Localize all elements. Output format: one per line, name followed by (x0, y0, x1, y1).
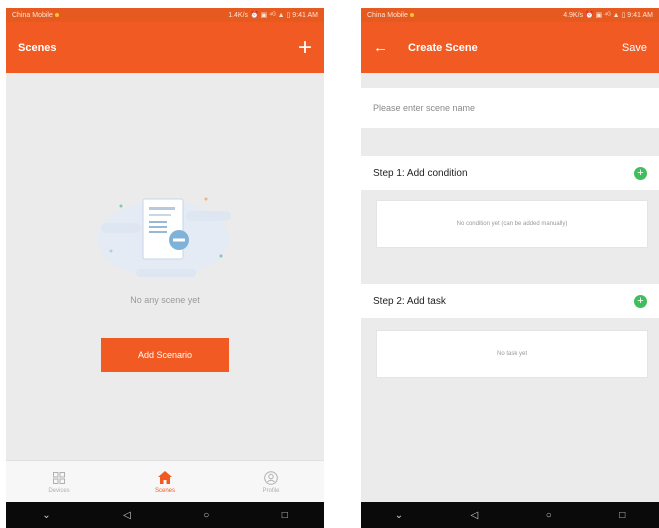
grid-icon (53, 470, 65, 486)
step2-title: Step 2: Add task (373, 295, 446, 307)
add-condition-plus-icon[interactable]: + (634, 166, 647, 180)
save-button[interactable]: Save (622, 42, 647, 54)
nav-label-profile: Profile (262, 487, 280, 494)
task-empty-box[interactable]: No task yet (376, 330, 648, 378)
back-triangle-icon[interactable]: ◁ (471, 510, 479, 521)
status-right: 1.4K/s ⏰ ▣ ⁴ᴳ ▲ ▯ 9:41 AM (228, 12, 318, 19)
step1-header: Step 1: Add condition + (361, 156, 659, 190)
nav-label-devices: Devices (48, 487, 70, 494)
chevron-down-icon[interactable]: ⌄ (395, 510, 403, 521)
carrier-label: China Mobile (367, 11, 408, 19)
back-triangle-icon[interactable]: ◁ (123, 510, 131, 521)
page-title: Scenes (18, 41, 57, 54)
wifi-dot-icon (409, 12, 414, 17)
nav-item-scenes[interactable]: Scenes (112, 461, 218, 502)
empty-state-text: No any scene yet (130, 295, 200, 305)
status-bar: China Mobile 1.4K/s ⏰ ▣ ⁴ᴳ ▲ ▯ 9:41 AM (6, 8, 324, 22)
recents-square-icon[interactable]: □ (282, 510, 288, 521)
scenes-screen: China Mobile 1.4K/s ⏰ ▣ ⁴ᴳ ▲ ▯ 9:41 AM S… (6, 8, 324, 528)
home-circle-icon[interactable]: ○ (203, 510, 209, 521)
app-bar: ← Create Scene Save (361, 22, 659, 73)
bottom-nav: Devices Scenes Profile (6, 460, 324, 502)
recents-square-icon[interactable]: □ (619, 510, 625, 521)
add-scenario-button[interactable]: Add Scenario (101, 338, 229, 372)
scene-name-input[interactable] (373, 103, 659, 113)
profile-icon (264, 470, 278, 486)
scene-name-field (361, 88, 659, 128)
nav-item-devices[interactable]: Devices (6, 461, 112, 502)
add-task-plus-icon[interactable]: + (634, 294, 647, 308)
home-circle-icon[interactable]: ○ (546, 510, 552, 521)
back-arrow-icon[interactable]: ← (373, 39, 388, 56)
step2-header: Step 2: Add task + (361, 284, 659, 318)
wifi-dot-icon (54, 12, 59, 17)
status-right: 4.9K/s ⏰ ▣ ⁴ᴳ ▲ ▯ 9:41 AM (563, 12, 653, 19)
condition-empty-box[interactable]: No condition yet (can be added manually) (376, 200, 648, 248)
nav-item-profile[interactable]: Profile (218, 461, 324, 502)
step1-title: Step 1: Add condition (373, 167, 468, 179)
carrier-label: China Mobile (12, 11, 53, 19)
nav-label-scenes: Scenes (154, 487, 175, 494)
status-bar: China Mobile 4.9K/s ⏰ ▣ ⁴ᴳ ▲ ▯ 9:41 AM (361, 8, 659, 22)
plus-icon[interactable]: + (298, 35, 312, 60)
page-title: Create Scene (408, 41, 478, 54)
create-scene-screen: China Mobile 4.9K/s ⏰ ▣ ⁴ᴳ ▲ ▯ 9:41 AM ←… (361, 8, 659, 528)
app-bar: Scenes + (6, 22, 324, 73)
home-icon (158, 470, 172, 486)
empty-scenes-illustration-icon (97, 197, 231, 277)
system-nav-bar: ⌄ ◁ ○ □ (361, 502, 659, 528)
chevron-down-icon[interactable]: ⌄ (42, 510, 50, 521)
task-empty-text: No task yet (496, 351, 527, 357)
system-nav-bar: ⌄ ◁ ○ □ (6, 502, 324, 528)
condition-empty-text: No condition yet (can be added manually) (456, 221, 568, 227)
